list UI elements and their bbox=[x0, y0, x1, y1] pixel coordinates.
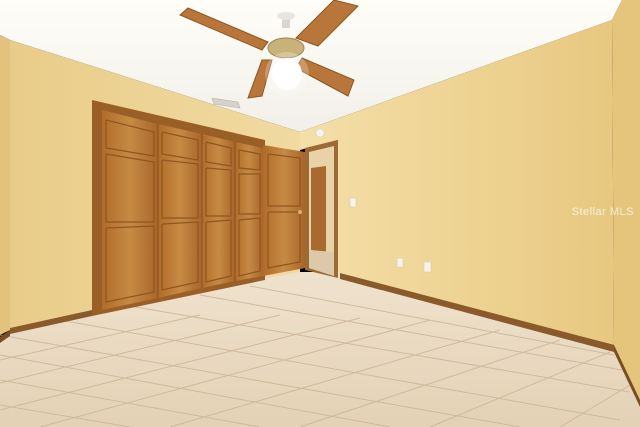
outlet-1 bbox=[396, 257, 404, 268]
room-illustration bbox=[0, 0, 640, 427]
bedroom-photo: Stellar MLS bbox=[0, 0, 640, 427]
outlet-2 bbox=[423, 261, 432, 273]
left-wall-edge bbox=[0, 35, 10, 335]
smoke-detector bbox=[315, 128, 325, 138]
door-knob bbox=[298, 210, 302, 214]
light-switch[interactable] bbox=[349, 197, 357, 208]
hallway-door bbox=[311, 166, 326, 252]
far-right-wall bbox=[612, 0, 640, 400]
watermark: Stellar MLS bbox=[571, 206, 634, 218]
